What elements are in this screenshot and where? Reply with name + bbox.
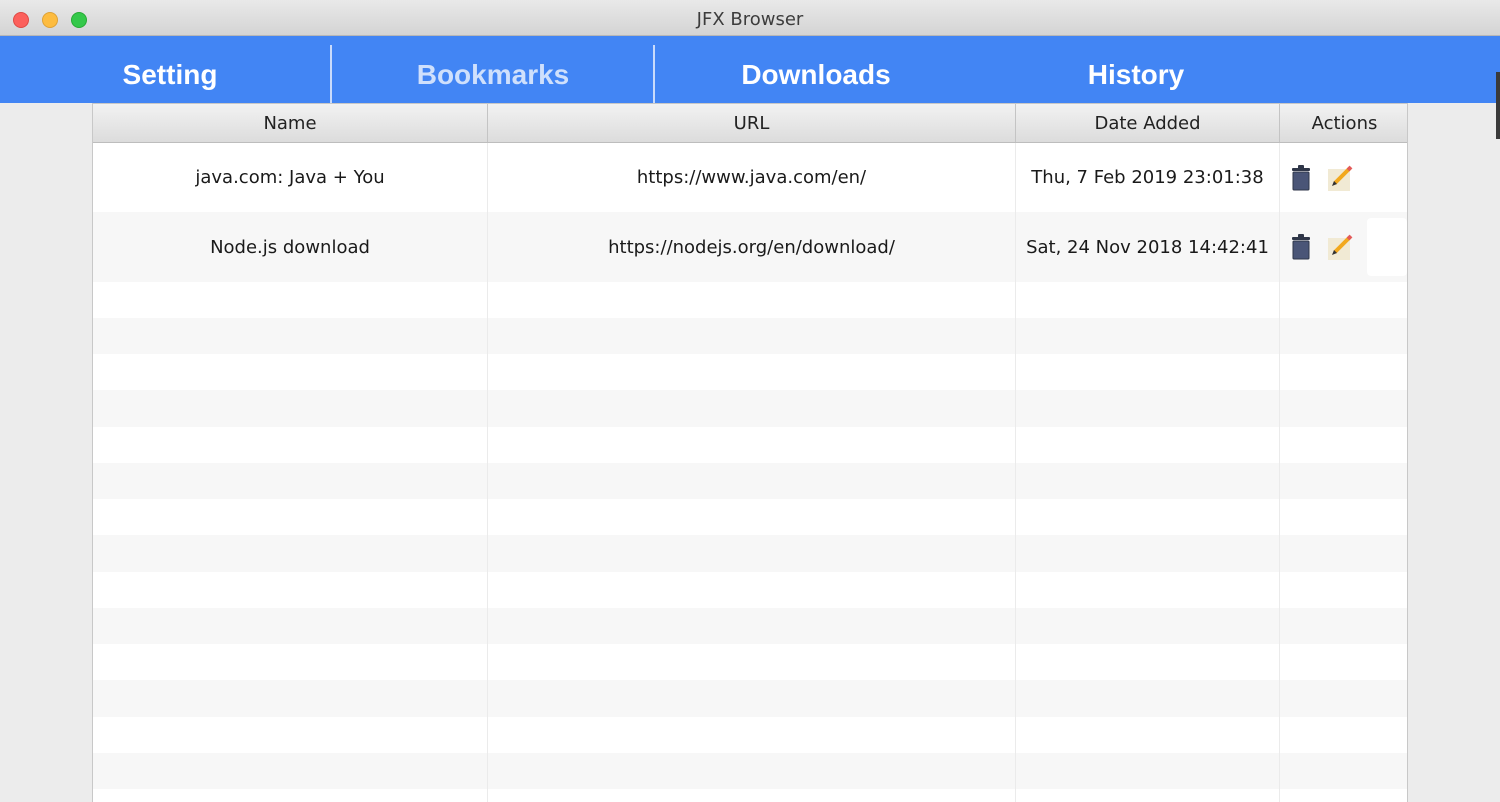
empty-table-row xyxy=(93,572,1407,608)
tab-divider xyxy=(330,45,332,103)
table-row[interactable]: Node.js download https://nodejs.org/en/d… xyxy=(93,212,1407,282)
table-row[interactable]: java.com: Java + You https://www.java.co… xyxy=(93,143,1407,212)
bookmark-name: Node.js download xyxy=(93,212,488,282)
title-bar: JFX Browser xyxy=(0,0,1500,36)
empty-table-row xyxy=(93,608,1407,644)
tab-history[interactable]: History xyxy=(976,36,1296,103)
tab-setting[interactable]: Setting xyxy=(10,36,330,103)
bookmark-date: Thu, 7 Feb 2019 23:01:38 xyxy=(1016,143,1280,212)
bookmarks-table: Name URL Date Added Actions java.com: Ja… xyxy=(92,103,1408,802)
window-edge xyxy=(1496,72,1500,139)
empty-table-row xyxy=(93,717,1407,753)
column-header-date-added[interactable]: Date Added xyxy=(1016,104,1280,142)
empty-table-row xyxy=(93,499,1407,535)
bookmark-date: Sat, 24 Nov 2018 14:42:41 xyxy=(1016,212,1280,282)
tab-divider xyxy=(653,45,655,103)
bookmark-url: https://www.java.com/en/ xyxy=(488,143,1016,212)
tab-bar: Setting Bookmarks Downloads History xyxy=(0,36,1500,139)
empty-table-row xyxy=(93,354,1407,390)
empty-table-row xyxy=(93,427,1407,463)
empty-table-row xyxy=(93,282,1407,318)
row-hover-highlight xyxy=(1367,218,1407,276)
edit-icon[interactable] xyxy=(1328,234,1354,260)
empty-table-row xyxy=(93,753,1407,789)
empty-table-row xyxy=(93,318,1407,354)
bookmark-url: https://nodejs.org/en/download/ xyxy=(488,212,1016,282)
column-header-name[interactable]: Name xyxy=(93,104,488,142)
table-header: Name URL Date Added Actions xyxy=(93,104,1407,143)
trash-icon[interactable] xyxy=(1290,164,1312,191)
column-header-actions[interactable]: Actions xyxy=(1280,104,1407,142)
tab-downloads[interactable]: Downloads xyxy=(656,36,976,103)
empty-table-row xyxy=(93,390,1407,427)
empty-table-row xyxy=(93,463,1407,499)
app-window: JFX Browser Setting Bookmarks Downloads … xyxy=(0,0,1500,802)
trash-icon[interactable] xyxy=(1290,234,1312,260)
column-header-url[interactable]: URL xyxy=(488,104,1016,142)
empty-table-row xyxy=(93,644,1407,680)
bookmark-actions xyxy=(1280,143,1407,212)
tab-bookmarks[interactable]: Bookmarks xyxy=(333,36,653,103)
bookmark-actions xyxy=(1280,212,1407,282)
edit-icon[interactable] xyxy=(1328,165,1354,191)
empty-table-row xyxy=(93,789,1407,802)
empty-table-row xyxy=(93,680,1407,717)
empty-table-row xyxy=(93,535,1407,572)
window-title: JFX Browser xyxy=(696,9,804,30)
bookmark-name: java.com: Java + You xyxy=(93,143,488,212)
